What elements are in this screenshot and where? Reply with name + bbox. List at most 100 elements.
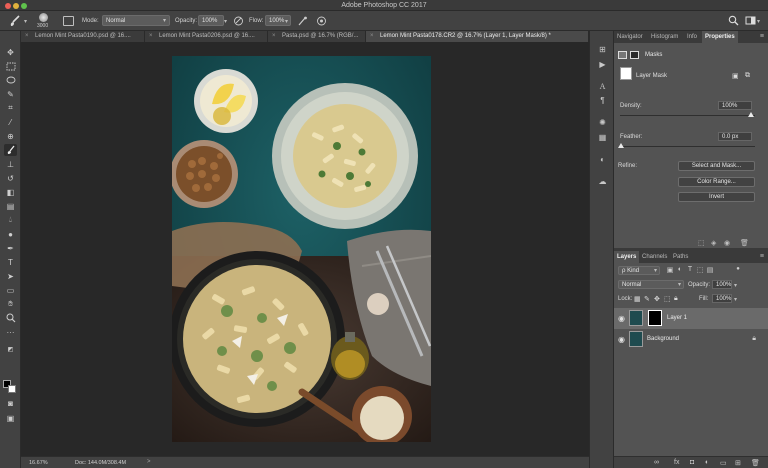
hand-tool-icon[interactable]: ✋︎ bbox=[4, 298, 17, 310]
chevron-down-icon[interactable]: ▾ bbox=[285, 18, 288, 25]
layer-opacity-input[interactable]: 100% bbox=[712, 280, 732, 289]
quick-mask-icon[interactable]: ◙ bbox=[4, 397, 17, 409]
doc-tab[interactable]: × Pasta.psd @ 16.7% (RGB/... bbox=[268, 31, 366, 42]
screen-mode-icon[interactable]: ▣ bbox=[4, 412, 17, 424]
lock-all-icon[interactable]: 🔒︎ bbox=[674, 295, 678, 303]
type-tool-icon[interactable]: T bbox=[4, 256, 17, 268]
default-colors-icon[interactable]: ◩ bbox=[4, 343, 17, 355]
swatches-icon[interactable]: ▦ bbox=[597, 132, 608, 142]
doc-tab[interactable]: × Lemon Mint Pasta0206.psd @ 16.... bbox=[145, 31, 268, 42]
crop-tool-icon[interactable]: ⌗ bbox=[4, 102, 17, 114]
filter-smart-object-icon[interactable]: ▤ bbox=[706, 266, 714, 275]
chevron-down-icon[interactable]: ▾ bbox=[734, 296, 737, 303]
brush-tool-icon[interactable] bbox=[4, 144, 17, 156]
feather-slider-track[interactable] bbox=[620, 146, 755, 147]
layer-mask-thumbnail[interactable] bbox=[648, 310, 662, 326]
brush-settings-icon[interactable]: ✺ bbox=[597, 117, 608, 127]
feather-input[interactable]: 0.0 px bbox=[718, 132, 752, 141]
chevron-down-icon[interactable]: ▾ bbox=[757, 18, 760, 25]
canvas-area[interactable] bbox=[21, 42, 589, 456]
lock-position-icon[interactable]: ✥ bbox=[654, 295, 660, 303]
filter-toggle-icon[interactable]: ● bbox=[734, 266, 742, 275]
chevron-down-icon[interactable]: ▾ bbox=[734, 282, 737, 289]
document-photo[interactable] bbox=[172, 56, 431, 442]
tab-navigator[interactable]: Navigator bbox=[614, 31, 646, 43]
healing-brush-tool-icon[interactable]: ⊕ bbox=[4, 130, 17, 142]
eraser-tool-icon[interactable]: ◧ bbox=[4, 186, 17, 198]
brush-panel-icon[interactable] bbox=[63, 16, 74, 26]
folder-icon[interactable]: ▭ bbox=[720, 459, 727, 467]
adjustments-icon[interactable]: ◐ bbox=[597, 154, 608, 164]
move-tool-icon[interactable]: ✥ bbox=[4, 46, 17, 58]
filter-adjustment-icon[interactable]: ◐ bbox=[676, 266, 684, 275]
path-selection-tool-icon[interactable]: ➤ bbox=[4, 270, 17, 282]
delete-mask-icon[interactable]: 🗑︎ bbox=[740, 239, 749, 248]
load-selection-icon[interactable]: ⬚ bbox=[698, 239, 705, 248]
dodge-tool-icon[interactable]: ● bbox=[4, 228, 17, 240]
history-icon[interactable]: ⊞ bbox=[597, 44, 608, 54]
layer-filter-select[interactable]: ρ Kind ▾ bbox=[618, 266, 660, 275]
gradient-tool-icon[interactable]: ▤ bbox=[4, 200, 17, 212]
brush-tool-preset-icon[interactable] bbox=[8, 14, 22, 28]
feather-slider-thumb[interactable] bbox=[618, 143, 624, 148]
close-tab-icon[interactable]: × bbox=[370, 33, 374, 39]
history-brush-tool-icon[interactable]: ↺ bbox=[4, 172, 17, 184]
tab-histogram[interactable]: Histogram bbox=[648, 31, 681, 43]
paragraph-icon[interactable]: ¶ bbox=[597, 95, 608, 105]
color-range-button[interactable]: Color Range... bbox=[678, 177, 755, 187]
trash-icon[interactable]: 🗑︎ bbox=[751, 459, 760, 467]
close-tab-icon[interactable]: × bbox=[149, 33, 153, 39]
workspace-icon[interactable] bbox=[745, 15, 756, 26]
lasso-tool-icon[interactable] bbox=[4, 74, 17, 86]
fx-icon[interactable]: fx bbox=[674, 459, 679, 466]
close-tab-icon[interactable]: × bbox=[25, 33, 29, 39]
visibility-eye-icon[interactable]: ◉ bbox=[618, 314, 625, 323]
more-tools-icon[interactable]: ··· bbox=[4, 326, 17, 338]
tab-channels[interactable]: Channels bbox=[639, 251, 670, 263]
airbrush-icon[interactable] bbox=[297, 16, 308, 26]
new-layer-icon[interactable]: ⊞ bbox=[735, 459, 741, 467]
clone-stamp-tool-icon[interactable]: ⊥ bbox=[4, 158, 17, 170]
add-pixel-mask-icon[interactable]: ▣ bbox=[732, 72, 741, 80]
density-slider-track[interactable] bbox=[620, 115, 755, 116]
brush-size-icon[interactable] bbox=[39, 13, 48, 22]
opacity-input[interactable]: 100% bbox=[198, 15, 224, 26]
close-tab-icon[interactable]: × bbox=[272, 33, 276, 39]
add-vector-mask-icon[interactable]: ⧉ bbox=[745, 72, 754, 80]
pixel-mask-icon[interactable] bbox=[618, 51, 627, 59]
doc-tab[interactable]: × Lemon Mint Pasta0190.psd @ 16.... bbox=[21, 31, 145, 42]
tab-properties[interactable]: Properties bbox=[702, 31, 738, 43]
link-icon[interactable]: ∞ bbox=[654, 459, 659, 466]
blend-mode-select[interactable]: Normal ▾ bbox=[618, 280, 684, 289]
lock-artboard-icon[interactable]: ⬚ bbox=[664, 295, 671, 303]
quick-select-tool-icon[interactable]: ✎ bbox=[4, 88, 17, 100]
pressure-opacity-icon[interactable] bbox=[233, 16, 244, 26]
layer-row[interactable]: ◉ Layer 1 bbox=[614, 308, 768, 329]
density-slider-thumb[interactable] bbox=[748, 112, 754, 117]
layer-row[interactable]: ◉ Background 🔒︎ bbox=[614, 329, 768, 350]
fill-input[interactable]: 100% bbox=[712, 294, 732, 303]
mode-select[interactable]: Normal ▾ bbox=[102, 15, 170, 26]
doc-tab-active[interactable]: × Lemon Mint Pasta0178.CR2 @ 16.7% (Laye… bbox=[366, 31, 589, 42]
eyedropper-tool-icon[interactable]: ⁄ bbox=[4, 116, 17, 128]
character-icon[interactable]: A bbox=[597, 81, 608, 91]
adjustment-icon[interactable]: ◐ bbox=[705, 459, 709, 466]
filter-shape-icon[interactable]: ⬚ bbox=[696, 266, 704, 275]
rectangle-tool-icon[interactable]: ▭ bbox=[4, 284, 17, 296]
zoom-tool-icon[interactable] bbox=[4, 312, 17, 324]
libraries-icon[interactable]: ☁︎ bbox=[597, 176, 608, 186]
visibility-eye-icon[interactable]: ◉ bbox=[724, 239, 730, 248]
filter-type-icon[interactable]: T bbox=[686, 266, 694, 275]
select-and-mask-button[interactable]: Select and Mask... bbox=[678, 161, 755, 171]
density-input[interactable]: 100% bbox=[718, 101, 752, 110]
filter-pixel-icon[interactable]: ▣ bbox=[666, 266, 674, 275]
play-icon[interactable]: ▶ bbox=[597, 59, 608, 69]
panel-menu-icon[interactable]: ≡ bbox=[760, 33, 764, 40]
marquee-tool-icon[interactable] bbox=[4, 60, 17, 72]
tab-paths[interactable]: Paths bbox=[670, 251, 691, 263]
lock-image-icon[interactable]: ✎ bbox=[644, 295, 650, 303]
blur-tool-icon[interactable]: 💧︎ bbox=[4, 214, 17, 226]
chevron-down-icon[interactable]: ▾ bbox=[24, 18, 27, 25]
mask-icon[interactable]: ◘ bbox=[690, 459, 694, 466]
apply-mask-icon[interactable]: ◈ bbox=[711, 239, 716, 248]
